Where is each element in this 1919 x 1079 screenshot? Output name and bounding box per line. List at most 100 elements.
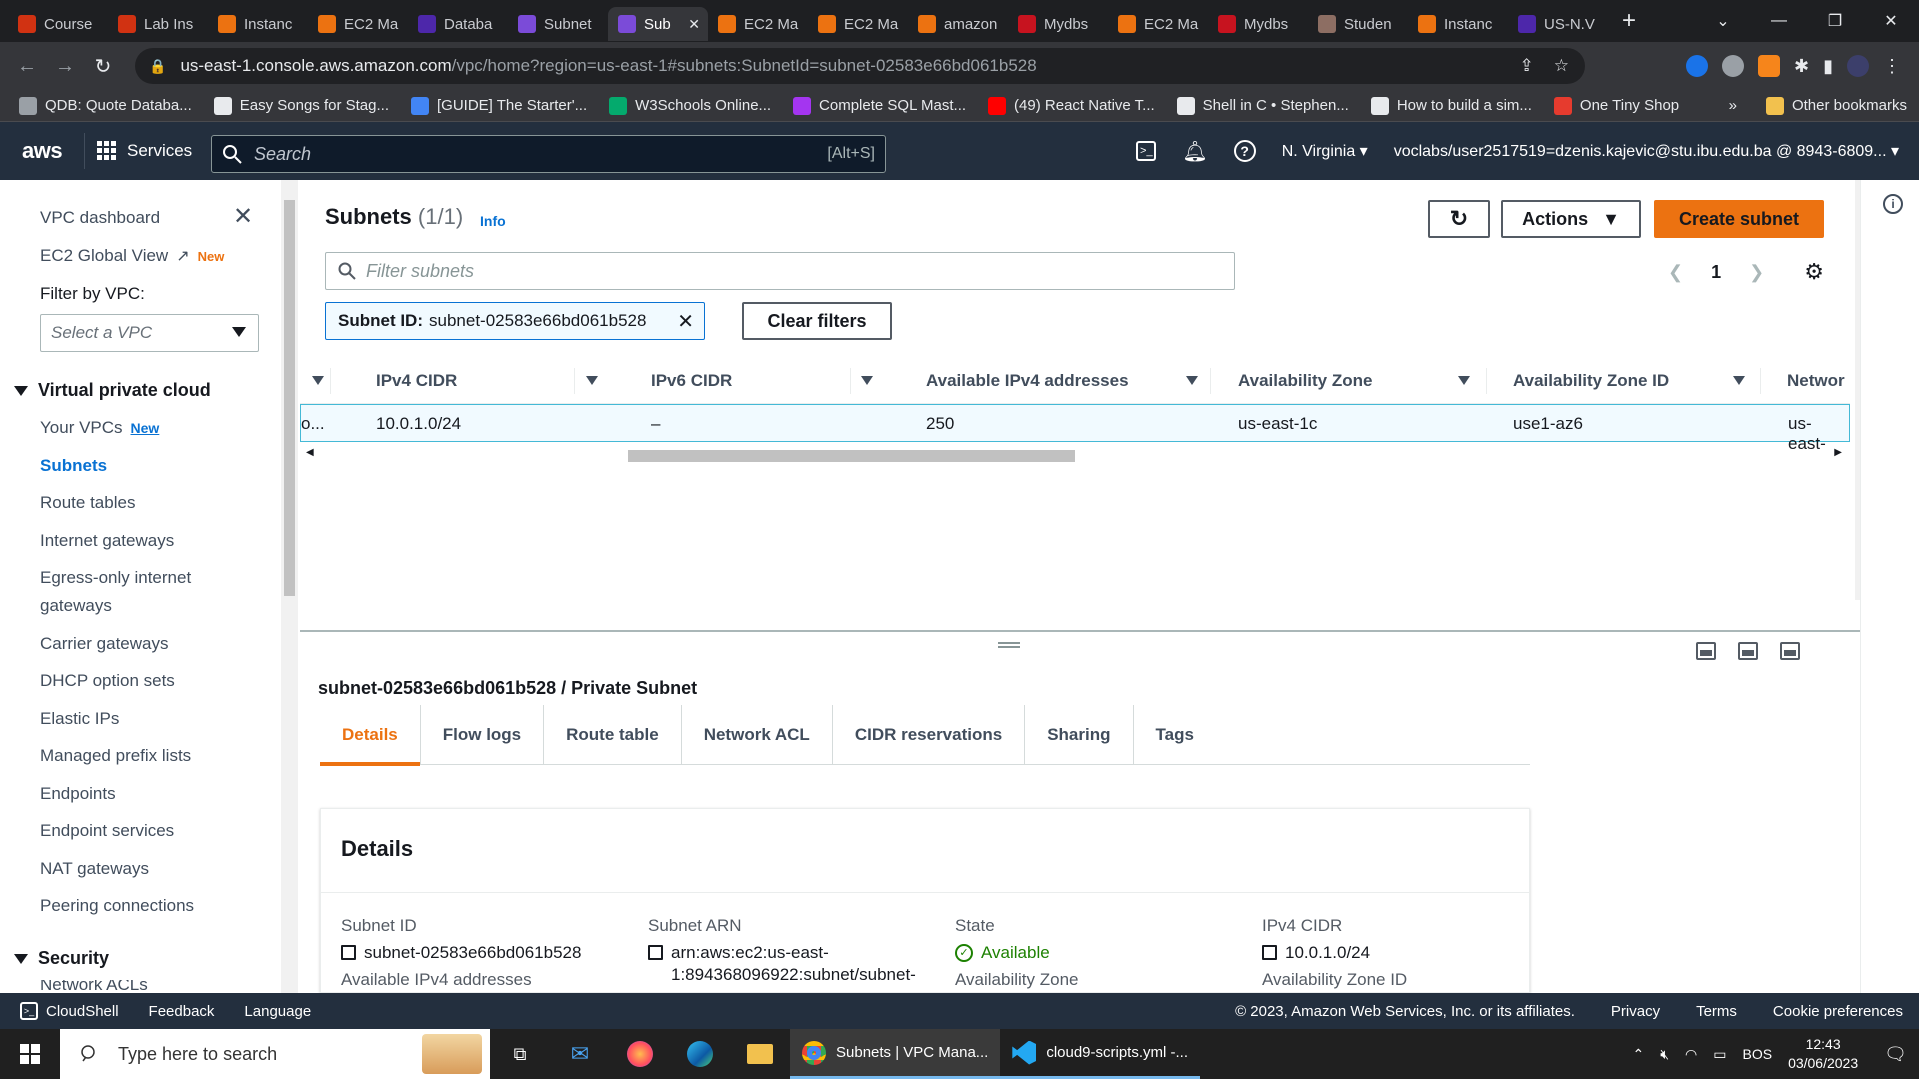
tab-tags[interactable]: Tags xyxy=(1134,705,1216,765)
forward-icon[interactable]: → xyxy=(46,55,84,78)
metamask-icon[interactable] xyxy=(1758,55,1780,77)
column-header-network[interactable]: Networ xyxy=(1787,371,1845,391)
menu-icon[interactable]: ⋮ xyxy=(1883,56,1901,77)
sidebar-item-vpc-dashboard[interactable]: VPC dashboard xyxy=(40,208,160,228)
edge-icon[interactable] xyxy=(670,1041,730,1067)
scrollbar-thumb[interactable] xyxy=(284,200,295,596)
aws-logo[interactable]: aws xyxy=(22,138,72,164)
cookie-preferences-link[interactable]: Cookie preferences xyxy=(1773,1003,1903,1020)
terms-link[interactable]: Terms xyxy=(1696,1003,1737,1020)
mail-icon[interactable]: ✉ xyxy=(550,1041,610,1067)
sidebar-item-carrier-gateways[interactable]: Carrier gateways xyxy=(40,634,169,654)
section-security[interactable]: Security xyxy=(14,948,109,969)
bookmark-item[interactable]: How to build a sim... xyxy=(1360,96,1543,115)
pane-side-icon[interactable] xyxy=(1738,642,1758,660)
cloudshell-link[interactable]: >_ CloudShell xyxy=(20,1002,119,1020)
sidebar-scrollbar[interactable] xyxy=(281,180,298,993)
bookmark-star-icon[interactable]: ☆ xyxy=(1554,56,1569,76)
back-icon[interactable]: ← xyxy=(8,55,46,78)
browser-tab[interactable]: Instanc xyxy=(208,7,308,41)
share-icon[interactable]: ⇪ xyxy=(1520,56,1534,76)
column-header-ipv4-cidr[interactable]: IPv4 CIDR xyxy=(376,371,598,391)
tab-network-acl[interactable]: Network ACL xyxy=(682,704,833,765)
sidebar-item-network-acls[interactable]: Network ACLs xyxy=(40,980,148,990)
scroll-right-icon[interactable]: ▶ xyxy=(1834,447,1842,458)
services-menu[interactable]: Services xyxy=(97,141,192,161)
task-view-icon[interactable]: ⧉ xyxy=(490,1044,550,1065)
page-number[interactable]: 1 xyxy=(1711,262,1721,283)
vpc-select[interactable]: Select a VPC xyxy=(40,314,259,352)
column-header-availability-zone-id[interactable]: Availability Zone ID xyxy=(1513,371,1745,391)
taskbar-search-input[interactable]: Type here to search xyxy=(60,1029,490,1079)
help-icon[interactable]: ? xyxy=(1233,140,1256,162)
bookmark-item[interactable]: Easy Songs for Stag... xyxy=(203,96,400,115)
column-header-available-ipv4[interactable]: Available IPv4 addresses xyxy=(926,371,1198,391)
copy-icon[interactable] xyxy=(1262,945,1277,960)
pane-full-icon[interactable] xyxy=(1780,642,1800,660)
cloudshell-icon[interactable]: >_ xyxy=(1136,141,1157,161)
copy-icon[interactable] xyxy=(648,945,663,960)
extension-icon[interactable] xyxy=(1686,55,1708,77)
browser-tab[interactable]: US-N.V xyxy=(1508,7,1608,41)
avatar[interactable] xyxy=(1847,55,1869,77)
firefox-icon[interactable] xyxy=(610,1041,670,1067)
bookmark-item[interactable]: One Tiny Shop xyxy=(1543,96,1690,115)
browser-tab[interactable]: Sub ✕ xyxy=(608,7,708,41)
tab-details[interactable]: Details xyxy=(320,704,421,766)
extension-icon[interactable] xyxy=(1722,55,1744,77)
browser-tab[interactable]: Instanc xyxy=(1408,7,1508,41)
sidebar-item-subnets[interactable]: Subnets xyxy=(40,456,107,476)
language-link[interactable]: Language xyxy=(244,1003,311,1020)
aws-search-input[interactable]: Search [Alt+S] xyxy=(211,135,886,173)
bookmark-item[interactable]: Complete SQL Mast... xyxy=(782,96,977,115)
pane-bottom-icon[interactable] xyxy=(1696,642,1716,660)
browser-tab[interactable]: Studen xyxy=(1308,7,1408,41)
actions-button[interactable]: Actions ▼ xyxy=(1501,200,1641,238)
info-icon[interactable]: i xyxy=(1883,194,1903,214)
restore-button[interactable]: ❐ xyxy=(1807,11,1863,31)
sidebar-item-nat-gateways[interactable]: NAT gateways xyxy=(40,859,149,879)
sidebar-item-egress-only-line2[interactable]: gateways xyxy=(40,596,112,616)
side-panel-icon[interactable]: ▮ xyxy=(1823,56,1833,77)
create-subnet-button[interactable]: Create subnet xyxy=(1654,200,1824,238)
sidebar-item-route-tables[interactable]: Route tables xyxy=(40,493,135,513)
tab-route-table[interactable]: Route table xyxy=(544,704,682,765)
bookmark-item[interactable]: [GUIDE] The Starter'... xyxy=(400,96,598,115)
tab-cidr-reservations[interactable]: CIDR reservations xyxy=(833,704,1026,765)
sidebar-item-your-vpcs[interactable]: Your VPCs New xyxy=(40,418,159,438)
browser-tab[interactable]: Mydbs xyxy=(1008,7,1108,41)
windows-start-icon[interactable] xyxy=(0,1044,60,1064)
input-language[interactable]: BOS xyxy=(1742,1046,1772,1062)
remove-filter-icon[interactable]: ✕ xyxy=(677,309,694,334)
privacy-link[interactable]: Privacy xyxy=(1611,1003,1660,1020)
split-panel-divider[interactable] xyxy=(300,630,1860,632)
filter-subnets-input[interactable]: Filter subnets xyxy=(325,252,1235,290)
bookmark-item[interactable]: W3Schools Online... xyxy=(598,96,782,115)
sidebar-item-prefix-lists[interactable]: Managed prefix lists xyxy=(40,746,191,766)
table-row[interactable]: o... 10.0.1.0/24 – 250 us-east-1c use1-a… xyxy=(300,404,1850,453)
gear-icon[interactable]: ⚙ xyxy=(1804,259,1824,285)
region-selector[interactable]: N. Virginia ▾ xyxy=(1282,141,1368,161)
sidebar-item-endpoint-services[interactable]: Endpoint services xyxy=(40,821,174,841)
sidebar-item-dhcp[interactable]: DHCP option sets xyxy=(40,671,175,691)
notifications-icon[interactable]: 🗨︎ xyxy=(1884,1044,1907,1065)
browser-tab[interactable]: Lab Ins xyxy=(108,7,208,41)
sidebar-item-egress-only[interactable]: Egress-only internet xyxy=(40,568,191,588)
browser-tab[interactable]: Course xyxy=(8,7,108,41)
new-tab-button[interactable]: + xyxy=(1622,7,1636,35)
section-virtual-private-cloud[interactable]: Virtual private cloud xyxy=(14,380,211,401)
file-explorer-icon[interactable] xyxy=(730,1044,790,1064)
clock[interactable]: 12:43 03/06/2023 xyxy=(1788,1035,1858,1073)
chevron-up-icon[interactable]: ⌃ xyxy=(1632,1046,1644,1063)
feedback-link[interactable]: Feedback xyxy=(149,1003,215,1020)
bookmark-item[interactable]: (49) React Native T... xyxy=(977,96,1166,115)
browser-tab[interactable]: Subnet xyxy=(508,7,608,41)
sidebar-item-elastic-ips[interactable]: Elastic IPs xyxy=(40,709,119,729)
puzzle-icon[interactable]: ✱ xyxy=(1794,56,1809,77)
next-page-icon[interactable]: ❯ xyxy=(1749,262,1764,283)
sidebar-item-peering[interactable]: Peering connections xyxy=(40,896,194,916)
sidebar-item-ec2-global-view[interactable]: EC2 Global View ↗ New xyxy=(40,246,224,266)
taskbar-chrome-app[interactable]: Subnets | VPC Mana... xyxy=(790,1029,1001,1079)
close-tab-icon[interactable]: ✕ xyxy=(688,16,700,33)
browser-tab[interactable]: EC2 Ma xyxy=(1108,7,1208,41)
